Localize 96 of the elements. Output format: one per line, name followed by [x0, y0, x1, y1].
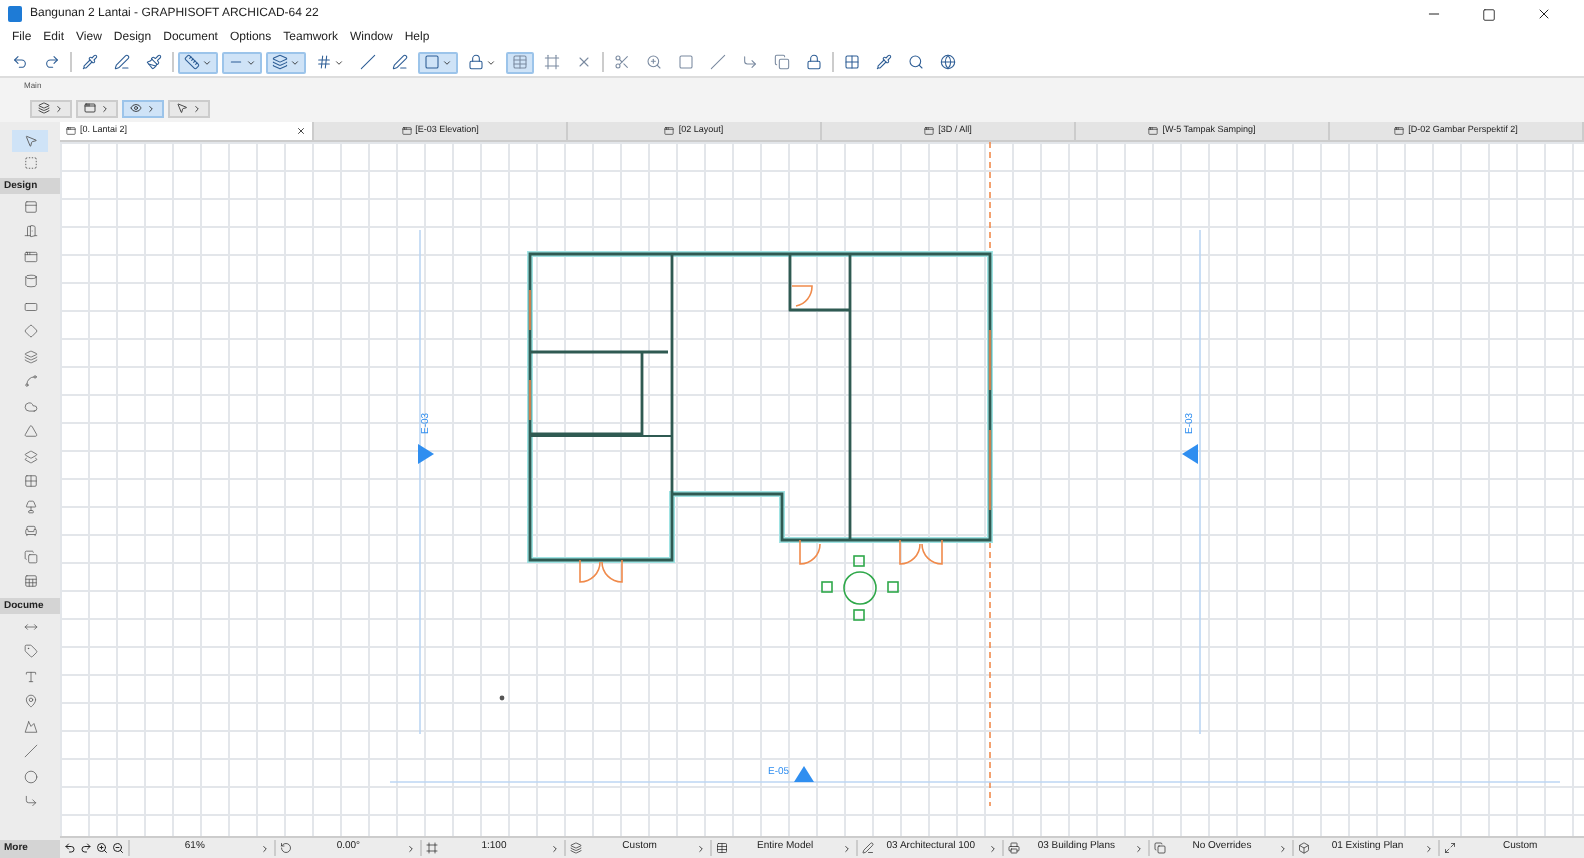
- printer-icon: [1007, 842, 1020, 854]
- pin-icon: [23, 694, 37, 709]
- door-icon: [23, 224, 37, 239]
- pen-icon: [114, 54, 130, 70]
- view-icon: [1394, 126, 1405, 136]
- caret-icon: [100, 103, 110, 113]
- toolbar-button[interactable]: [222, 51, 262, 73]
- caret-icon[interactable]: [1424, 843, 1435, 853]
- pointer-icon: [176, 102, 188, 114]
- caret-icon[interactable]: [987, 843, 998, 853]
- globe-icon: [940, 54, 956, 70]
- scissors-icon: [614, 54, 630, 70]
- zoom-in-icon[interactable]: [96, 842, 108, 854]
- caret-icon[interactable]: [405, 843, 416, 853]
- caret-icon: [442, 57, 452, 67]
- toolbar-button[interactable]: [418, 51, 458, 73]
- zoom-out-icon[interactable]: [112, 842, 124, 854]
- eye-icon: [130, 102, 142, 114]
- ruler-icon: [184, 54, 200, 70]
- caret-icon: [486, 57, 496, 67]
- grid-icon: [316, 54, 332, 70]
- redo-icon[interactable]: [80, 842, 92, 854]
- toolbar-button[interactable]: [122, 99, 164, 117]
- brush-icon: [146, 54, 162, 70]
- lock-icon: [468, 54, 484, 70]
- layers-icon: [570, 842, 583, 854]
- slash-icon: [360, 54, 376, 70]
- redo-icon: [44, 54, 60, 70]
- pen-icon: [861, 842, 874, 854]
- grid-icon: [844, 54, 860, 70]
- elevation-marker-icon[interactable]: [794, 766, 814, 782]
- corner-icon: [742, 54, 758, 70]
- close-icon: [576, 54, 592, 70]
- caret-icon[interactable]: [1278, 843, 1289, 853]
- caret-icon[interactable]: [1133, 843, 1144, 853]
- copy-icon: [1153, 842, 1166, 854]
- table-icon: [716, 842, 729, 854]
- caret-icon[interactable]: [696, 843, 707, 853]
- text-icon: [23, 669, 37, 684]
- pencil-icon: [392, 54, 408, 70]
- point-marker: [499, 695, 505, 701]
- view-icon: [924, 126, 935, 136]
- table-with-chairs-drawing[interactable]: [821, 555, 899, 621]
- floor-plan-drawing[interactable]: [527, 251, 993, 583]
- layers-icon: [38, 102, 50, 114]
- caret-icon[interactable]: [259, 843, 270, 853]
- box-icon: [1298, 842, 1311, 854]
- search-icon: [908, 54, 924, 70]
- view-icon: [66, 126, 76, 136]
- caret-icon[interactable]: [841, 843, 852, 853]
- layers-icon: [272, 54, 288, 70]
- view-icon: [1148, 126, 1159, 136]
- dimension-icon: [23, 619, 37, 634]
- close-icon[interactable]: [1536, 6, 1552, 22]
- zoom-in-icon: [646, 54, 662, 70]
- window-icon: [23, 249, 37, 264]
- pointer-icon: [23, 134, 37, 148]
- lamp-icon: [23, 499, 37, 514]
- caret-icon: [54, 103, 64, 113]
- square-icon: [678, 54, 694, 70]
- elevation-marker-icon[interactable]: [1182, 444, 1198, 464]
- view-icon: [664, 126, 675, 136]
- slash-icon: [710, 54, 726, 70]
- chair-icon: [23, 524, 37, 539]
- toolbar-button[interactable]: [266, 51, 306, 73]
- column-icon: [23, 274, 37, 289]
- caret-icon: [146, 103, 156, 113]
- circle-icon: [23, 769, 37, 784]
- toolbar-button[interactable]: [30, 99, 72, 117]
- undo-icon: [12, 54, 28, 70]
- window-icon: [84, 102, 96, 114]
- square-icon: [424, 54, 440, 70]
- caret-icon: [202, 57, 212, 67]
- caret-icon[interactable]: [550, 843, 561, 853]
- toolbar-button[interactable]: [506, 51, 534, 73]
- view-icon: [401, 126, 412, 136]
- copy-icon: [774, 54, 790, 70]
- app-logo-icon: [8, 6, 22, 22]
- line-icon: [23, 744, 37, 759]
- toolbar-button[interactable]: [168, 99, 210, 117]
- eyedropper-icon: [876, 54, 892, 70]
- rotate-icon: [279, 842, 292, 854]
- elevation-marker-icon[interactable]: [418, 444, 434, 464]
- eyedropper-icon: [82, 54, 98, 70]
- tool-button[interactable]: [12, 130, 48, 152]
- toolbar-button[interactable]: [178, 51, 218, 73]
- undo-icon[interactable]: [64, 842, 76, 854]
- toolbar-button[interactable]: [76, 99, 118, 117]
- caret-icon: [192, 103, 202, 113]
- label-icon: [23, 644, 37, 659]
- caret-icon: [246, 57, 256, 67]
- maximize-icon[interactable]: [1482, 7, 1496, 21]
- caret-icon: [290, 57, 300, 67]
- lock-icon: [806, 54, 822, 70]
- table-icon: [512, 54, 528, 70]
- caret-icon: [334, 57, 344, 67]
